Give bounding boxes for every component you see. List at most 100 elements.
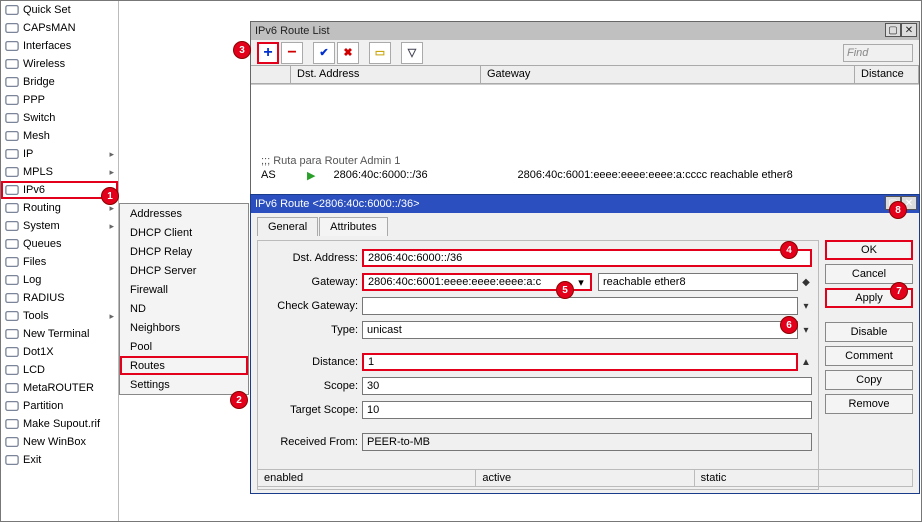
- route-edit-statusbar: enabled active static: [257, 469, 913, 487]
- route-dst: 2806:40c:6000::/36: [333, 169, 503, 181]
- submenu-item-addresses[interactable]: Addresses: [120, 204, 248, 223]
- remove-button[interactable]: −: [281, 42, 303, 64]
- sidebar-item-ppp[interactable]: PPP: [1, 91, 118, 109]
- close-button[interactable]: ✕: [901, 23, 917, 37]
- sidebar-item-queues[interactable]: Queues: [1, 235, 118, 253]
- comment-button[interactable]: Comment: [825, 346, 913, 366]
- sidebar-item-partition[interactable]: Partition: [1, 397, 118, 415]
- sidebar-item-label: LCD: [23, 364, 45, 376]
- type-dropdown-icon[interactable]: ▾: [800, 325, 812, 336]
- remove-button[interactable]: Remove: [825, 394, 913, 414]
- gateway-value: 2806:40c:6001:eeee:eeee:eeee:a:c: [368, 276, 541, 288]
- sidebar-item-interfaces[interactable]: Interfaces: [1, 37, 118, 55]
- route-list-toolbar: + − ✔ ✖ ▭ ▽ Find: [251, 40, 919, 66]
- radius-icon: [5, 291, 19, 305]
- enable-button[interactable]: ✔: [313, 42, 335, 64]
- sidebar-item-radius[interactable]: RADIUS: [1, 289, 118, 307]
- sidebar-item-tools[interactable]: Tools▸: [1, 307, 118, 325]
- disable-button[interactable]: ✖: [337, 42, 359, 64]
- cancel-button[interactable]: Cancel: [825, 264, 913, 284]
- ipv6-icon: [5, 183, 19, 197]
- distance-input[interactable]: 1: [362, 353, 798, 371]
- label-dst: Dst. Address:: [264, 252, 362, 264]
- copy-button[interactable]: Copy: [825, 370, 913, 390]
- sidebar-item-mesh[interactable]: Mesh: [1, 127, 118, 145]
- sidebar-item-label: Files: [23, 256, 46, 268]
- sidebar-item-files[interactable]: Files: [1, 253, 118, 271]
- sidebar-item-log[interactable]: Log: [1, 271, 118, 289]
- newwin-icon: [5, 435, 19, 449]
- sidebar-item-lcd[interactable]: LCD: [1, 361, 118, 379]
- submenu-item-pool[interactable]: Pool: [120, 337, 248, 356]
- ipv6-submenu: AddressesDHCP ClientDHCP RelayDHCP Serve…: [119, 203, 249, 395]
- gateway-updown-icon[interactable]: ◆: [800, 277, 812, 288]
- submenu-item-routes[interactable]: Routes: [120, 356, 248, 375]
- label-received-from: Received From:: [264, 436, 362, 448]
- sidebar-item-metarouter[interactable]: MetaROUTER: [1, 379, 118, 397]
- tab-general[interactable]: General: [257, 217, 318, 236]
- sidebar-item-new-winbox[interactable]: New WinBox: [1, 433, 118, 451]
- sidebar-item-label: Interfaces: [23, 40, 71, 52]
- sidebar-item-ip[interactable]: IP▸: [1, 145, 118, 163]
- status-enabled: enabled: [258, 470, 476, 486]
- minimize-button[interactable]: ▢: [885, 23, 901, 37]
- type-input[interactable]: unicast: [362, 321, 798, 339]
- sidebar-item-system[interactable]: System▸: [1, 217, 118, 235]
- scope-input[interactable]: 30: [362, 377, 812, 395]
- disable-button[interactable]: Disable: [825, 322, 913, 342]
- sidebar-item-exit[interactable]: Exit: [1, 451, 118, 469]
- submenu-item-dhcp-relay[interactable]: DHCP Relay: [120, 242, 248, 261]
- terminal-icon: [5, 327, 19, 341]
- submenu-item-firewall[interactable]: Firewall: [120, 280, 248, 299]
- switch-icon: [5, 111, 19, 125]
- exit-icon: [5, 453, 19, 467]
- sidebar-item-dot1x[interactable]: Dot1X: [1, 343, 118, 361]
- callout-3: 3: [233, 41, 251, 59]
- sidebar-item-mpls[interactable]: MPLS▸: [1, 163, 118, 181]
- sidebar-item-bridge[interactable]: Bridge: [1, 73, 118, 91]
- route-edit-titlebar: IPv6 Route <2806:40c:6000::/36> ▢ ✕: [251, 195, 919, 213]
- submenu-item-neighbors[interactable]: Neighbors: [120, 318, 248, 337]
- callout-2: 2: [230, 391, 248, 409]
- label-distance: Distance:: [264, 356, 362, 368]
- label-check-gateway: Check Gateway:: [264, 300, 362, 312]
- sidebar-item-make-supout-rif[interactable]: Make Supout.rif: [1, 415, 118, 433]
- sidebar-item-switch[interactable]: Switch: [1, 109, 118, 127]
- submenu-item-nd[interactable]: ND: [120, 299, 248, 318]
- submenu-item-dhcp-client[interactable]: DHCP Client: [120, 223, 248, 242]
- sidebar-item-label: RADIUS: [23, 292, 65, 304]
- route-list-header: Dst. Address Gateway Distance: [251, 66, 919, 84]
- sidebar-item-routing[interactable]: Routing▸: [1, 199, 118, 217]
- comment-button[interactable]: ▭: [369, 42, 391, 64]
- sidebar-item-quick-set[interactable]: Quick Set: [1, 1, 118, 19]
- sidebar-item-label: IP: [23, 148, 33, 160]
- sidebar-item-label: Tools: [23, 310, 49, 322]
- tab-attributes[interactable]: Attributes: [319, 217, 387, 236]
- col-distance[interactable]: Distance: [855, 66, 919, 83]
- submenu-item-settings[interactable]: Settings: [120, 375, 248, 394]
- gateway-dropdown-icon[interactable]: ▾: [574, 276, 588, 289]
- distance-up-icon[interactable]: ▲: [800, 357, 812, 368]
- ok-button[interactable]: OK: [825, 240, 913, 260]
- dst-address-input[interactable]: 2806:40c:6000::/36: [362, 249, 812, 267]
- filter-button[interactable]: ▽: [401, 42, 423, 64]
- add-button[interactable]: +: [257, 42, 279, 64]
- label-target-scope: Target Scope:: [264, 404, 362, 416]
- callout-1: 1: [101, 187, 119, 205]
- find-input[interactable]: Find: [843, 44, 913, 62]
- col-dst[interactable]: Dst. Address: [291, 66, 481, 83]
- route-row[interactable]: AS ▶ 2806:40c:6000::/36 2806:40c:6001:ee…: [261, 167, 919, 183]
- col-gateway[interactable]: Gateway: [481, 66, 855, 83]
- sidebar-item-label: Wireless: [23, 58, 65, 70]
- route-edit-form: Dst. Address: 2806:40c:6000::/36 Gateway…: [257, 240, 819, 490]
- check-gateway-input[interactable]: [362, 297, 798, 315]
- files-icon: [5, 255, 19, 269]
- sidebar-item-capsman[interactable]: CAPsMAN: [1, 19, 118, 37]
- target-scope-input[interactable]: 10: [362, 401, 812, 419]
- sidebar-item-wireless[interactable]: Wireless: [1, 55, 118, 73]
- check-gateway-dropdown-icon[interactable]: ▾: [800, 301, 812, 312]
- sidebar-item-label: MetaROUTER: [23, 382, 94, 394]
- route-gw: 2806:40c:6001:eeee:eeee:eeee:a:cccc reac…: [517, 169, 792, 181]
- submenu-item-dhcp-server[interactable]: DHCP Server: [120, 261, 248, 280]
- sidebar-item-new-terminal[interactable]: New Terminal: [1, 325, 118, 343]
